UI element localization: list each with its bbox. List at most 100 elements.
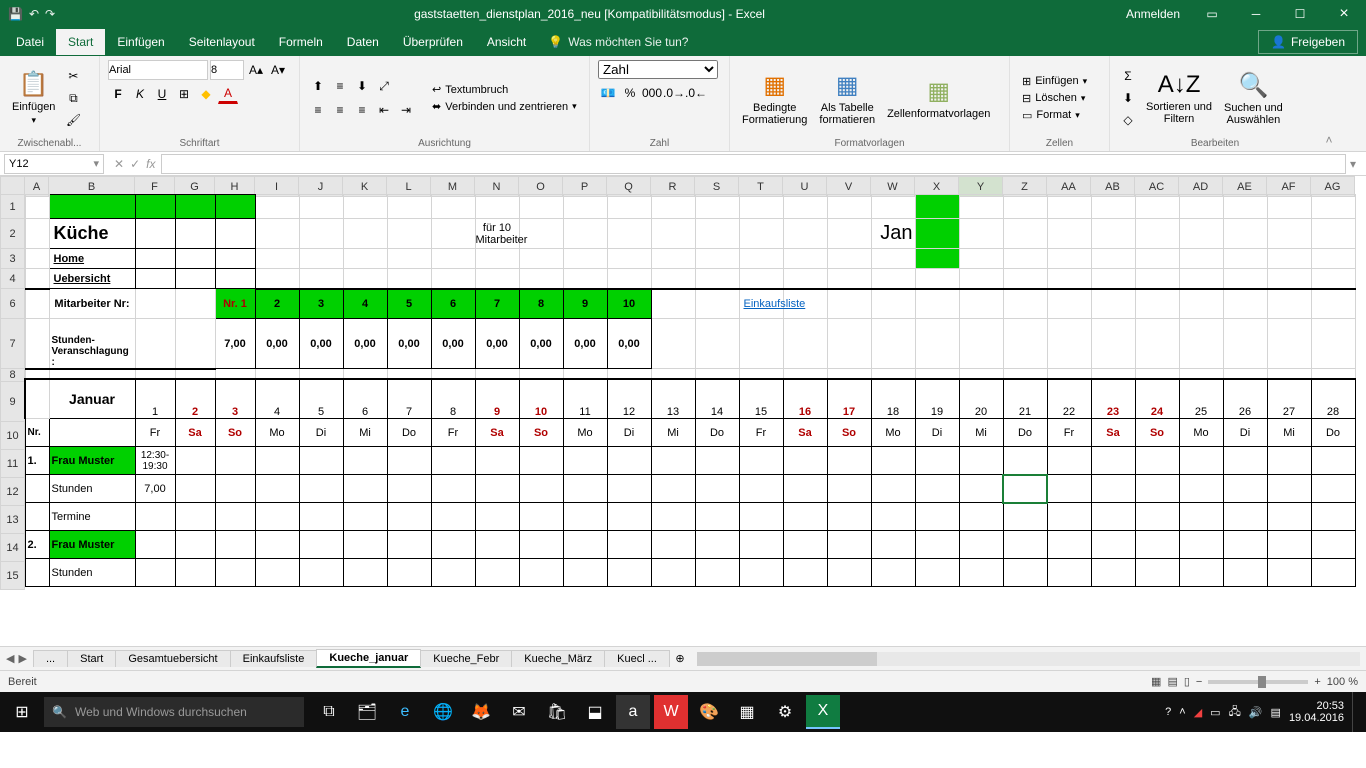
number-format-select[interactable]: Zahl xyxy=(598,60,718,79)
decrease-decimal-icon[interactable]: .0← xyxy=(686,83,706,103)
view-layout-icon[interactable]: ▤ xyxy=(1167,675,1177,688)
font-name-input[interactable] xyxy=(108,60,208,80)
zoom-in-icon[interactable]: + xyxy=(1314,676,1320,688)
align-right-icon[interactable]: ≡ xyxy=(352,100,372,120)
close-icon[interactable]: × xyxy=(1322,0,1366,28)
excel-taskbar-icon[interactable]: X xyxy=(806,695,840,729)
delete-cells-button[interactable]: ⊟Löschen▾ xyxy=(1018,91,1091,106)
ribbon-options-icon[interactable]: ▭ xyxy=(1190,0,1234,28)
increase-font-icon[interactable]: A▴ xyxy=(246,60,266,80)
tray-network-icon[interactable]: 🖧 xyxy=(1229,703,1241,722)
undo-icon[interactable]: ↶ xyxy=(29,7,39,21)
row-header[interactable]: 8 xyxy=(1,369,25,382)
sheet-tab-gesamt[interactable]: Gesamtuebersicht xyxy=(115,650,230,667)
underline-button[interactable]: U xyxy=(152,84,172,104)
tray-volume-icon[interactable]: 🔊 xyxy=(1249,706,1263,719)
formula-bar[interactable] xyxy=(161,154,1346,174)
fx-icon[interactable]: fx xyxy=(146,157,155,171)
sheet-tab-april[interactable]: Kuecl ... xyxy=(604,650,670,667)
sheet-tab-maerz[interactable]: Kueche_März xyxy=(511,650,605,667)
autosum-icon[interactable]: Σ xyxy=(1118,66,1138,86)
row-header[interactable]: 6 xyxy=(1,289,25,319)
tray-lang-icon[interactable]: ▤ xyxy=(1271,706,1281,719)
row-header[interactable]: 11 xyxy=(1,450,25,478)
row-header[interactable]: 12 xyxy=(1,478,25,506)
thousands-icon[interactable]: 000 xyxy=(642,83,662,103)
tray-av-icon[interactable]: ◢ xyxy=(1194,706,1202,719)
sign-in-button[interactable]: Anmelden xyxy=(1116,7,1190,21)
firefox-icon[interactable]: 🦊 xyxy=(464,695,498,729)
save-icon[interactable]: 💾 xyxy=(8,7,23,21)
tab-datei[interactable]: Datei xyxy=(4,29,56,55)
paint-icon[interactable]: 🎨 xyxy=(692,695,726,729)
view-normal-icon[interactable]: ▦ xyxy=(1151,675,1161,688)
mail-icon[interactable]: ✉ xyxy=(502,695,536,729)
row-header[interactable]: 7 xyxy=(1,319,25,369)
row-header[interactable]: 14 xyxy=(1,534,25,562)
tray-defender-icon[interactable]: ▭ xyxy=(1210,706,1220,719)
tab-start[interactable]: Start xyxy=(56,29,105,55)
tab-seitenlayout[interactable]: Seitenlayout xyxy=(177,29,267,55)
format-as-table-button[interactable]: ▦Als Tabelle formatieren xyxy=(815,69,879,128)
decrease-font-icon[interactable]: A▾ xyxy=(268,60,288,80)
clear-icon[interactable]: ◇ xyxy=(1118,110,1138,130)
align-bottom-icon[interactable]: ⬇ xyxy=(352,76,372,96)
tell-me-box[interactable]: 💡Was möchten Sie tun? xyxy=(548,35,688,49)
tab-daten[interactable]: Daten xyxy=(335,29,391,55)
zoom-out-icon[interactable]: − xyxy=(1196,676,1202,688)
row-header[interactable]: 15 xyxy=(1,562,25,590)
sheet-tab-febr[interactable]: Kueche_Febr xyxy=(420,650,512,667)
bold-button[interactable]: F xyxy=(108,84,128,104)
format-painter-icon[interactable]: 🖌 xyxy=(63,110,83,130)
task-view-icon[interactable]: ⧉ xyxy=(312,695,346,729)
share-button[interactable]: 👤Freigeben xyxy=(1258,30,1358,54)
taskbar-clock[interactable]: 20:53 19.04.2016 xyxy=(1289,700,1344,724)
sheet-tab-dots[interactable]: ... xyxy=(33,650,68,667)
zoom-slider[interactable] xyxy=(1208,680,1308,684)
sheet-nav-next-icon[interactable]: ▶ xyxy=(18,652,26,665)
expand-formula-icon[interactable]: ▾ xyxy=(1350,157,1366,171)
edge-icon[interactable]: e xyxy=(388,695,422,729)
redo-icon[interactable]: ↷ xyxy=(45,7,55,21)
tab-formeln[interactable]: Formeln xyxy=(267,29,335,55)
row-header[interactable]: 4 xyxy=(1,269,25,289)
minimize-icon[interactable]: ─ xyxy=(1234,0,1278,28)
merge-center-button[interactable]: ⬌Verbinden und zentrieren▾ xyxy=(428,99,581,114)
show-desktop-button[interactable] xyxy=(1352,692,1358,732)
row-header[interactable]: 9 xyxy=(1,382,25,422)
cell-styles-button[interactable]: ▦Zellenformatvorlagen xyxy=(883,75,994,122)
increase-decimal-icon[interactable]: .0→ xyxy=(664,83,684,103)
align-middle-icon[interactable]: ≡ xyxy=(330,76,350,96)
paste-button[interactable]: 📋Einfügen▾ xyxy=(8,68,59,128)
font-color-icon[interactable]: A xyxy=(218,84,238,104)
fill-color-icon[interactable]: ◆ xyxy=(196,84,216,104)
row-header[interactable]: 10 xyxy=(1,422,25,450)
view-pagebreak-icon[interactable]: ▯ xyxy=(1184,675,1190,688)
tray-help-icon[interactable]: ? xyxy=(1165,706,1171,718)
italic-button[interactable]: K xyxy=(130,84,150,104)
start-button[interactable]: ⊞ xyxy=(0,702,44,722)
conditional-format-button[interactable]: ▦Bedingte Formatierung xyxy=(738,69,811,128)
orientation-icon[interactable]: ⤢ xyxy=(374,76,394,96)
explorer-icon[interactable]: 🗂 xyxy=(350,695,384,729)
worksheet-area[interactable]: ABFGHIJKLMNOPQRSTUVWXYZAAABACADAEAFAG 12… xyxy=(0,176,1366,646)
cut-icon[interactable]: ✂ xyxy=(63,66,83,86)
align-left-icon[interactable]: ≡ xyxy=(308,100,328,120)
zoom-level[interactable]: 100 % xyxy=(1327,676,1358,688)
currency-icon[interactable]: 💶 xyxy=(598,83,618,103)
sheet-tab-januar[interactable]: Kueche_januar xyxy=(316,649,421,668)
add-sheet-icon[interactable]: ⊕ xyxy=(669,652,691,665)
enter-formula-icon[interactable]: ✓ xyxy=(130,157,140,171)
insert-cells-button[interactable]: ⊞Einfügen▾ xyxy=(1018,74,1091,89)
cancel-formula-icon[interactable]: ✕ xyxy=(114,157,124,171)
row-header[interactable]: 2 xyxy=(1,219,25,249)
sheet-tab-start[interactable]: Start xyxy=(67,650,116,667)
app-icon-2[interactable]: ⚙ xyxy=(768,695,802,729)
app-icon-1[interactable]: ▦ xyxy=(730,695,764,729)
wps-icon[interactable]: W xyxy=(654,695,688,729)
copy-icon[interactable]: ⧉ xyxy=(63,88,83,108)
dropbox-icon[interactable]: ⬓ xyxy=(578,695,612,729)
sheet-nav-prev-icon[interactable]: ◀ xyxy=(6,652,14,665)
row-header[interactable]: 13 xyxy=(1,506,25,534)
format-cells-button[interactable]: ▭Format▾ xyxy=(1018,108,1091,123)
